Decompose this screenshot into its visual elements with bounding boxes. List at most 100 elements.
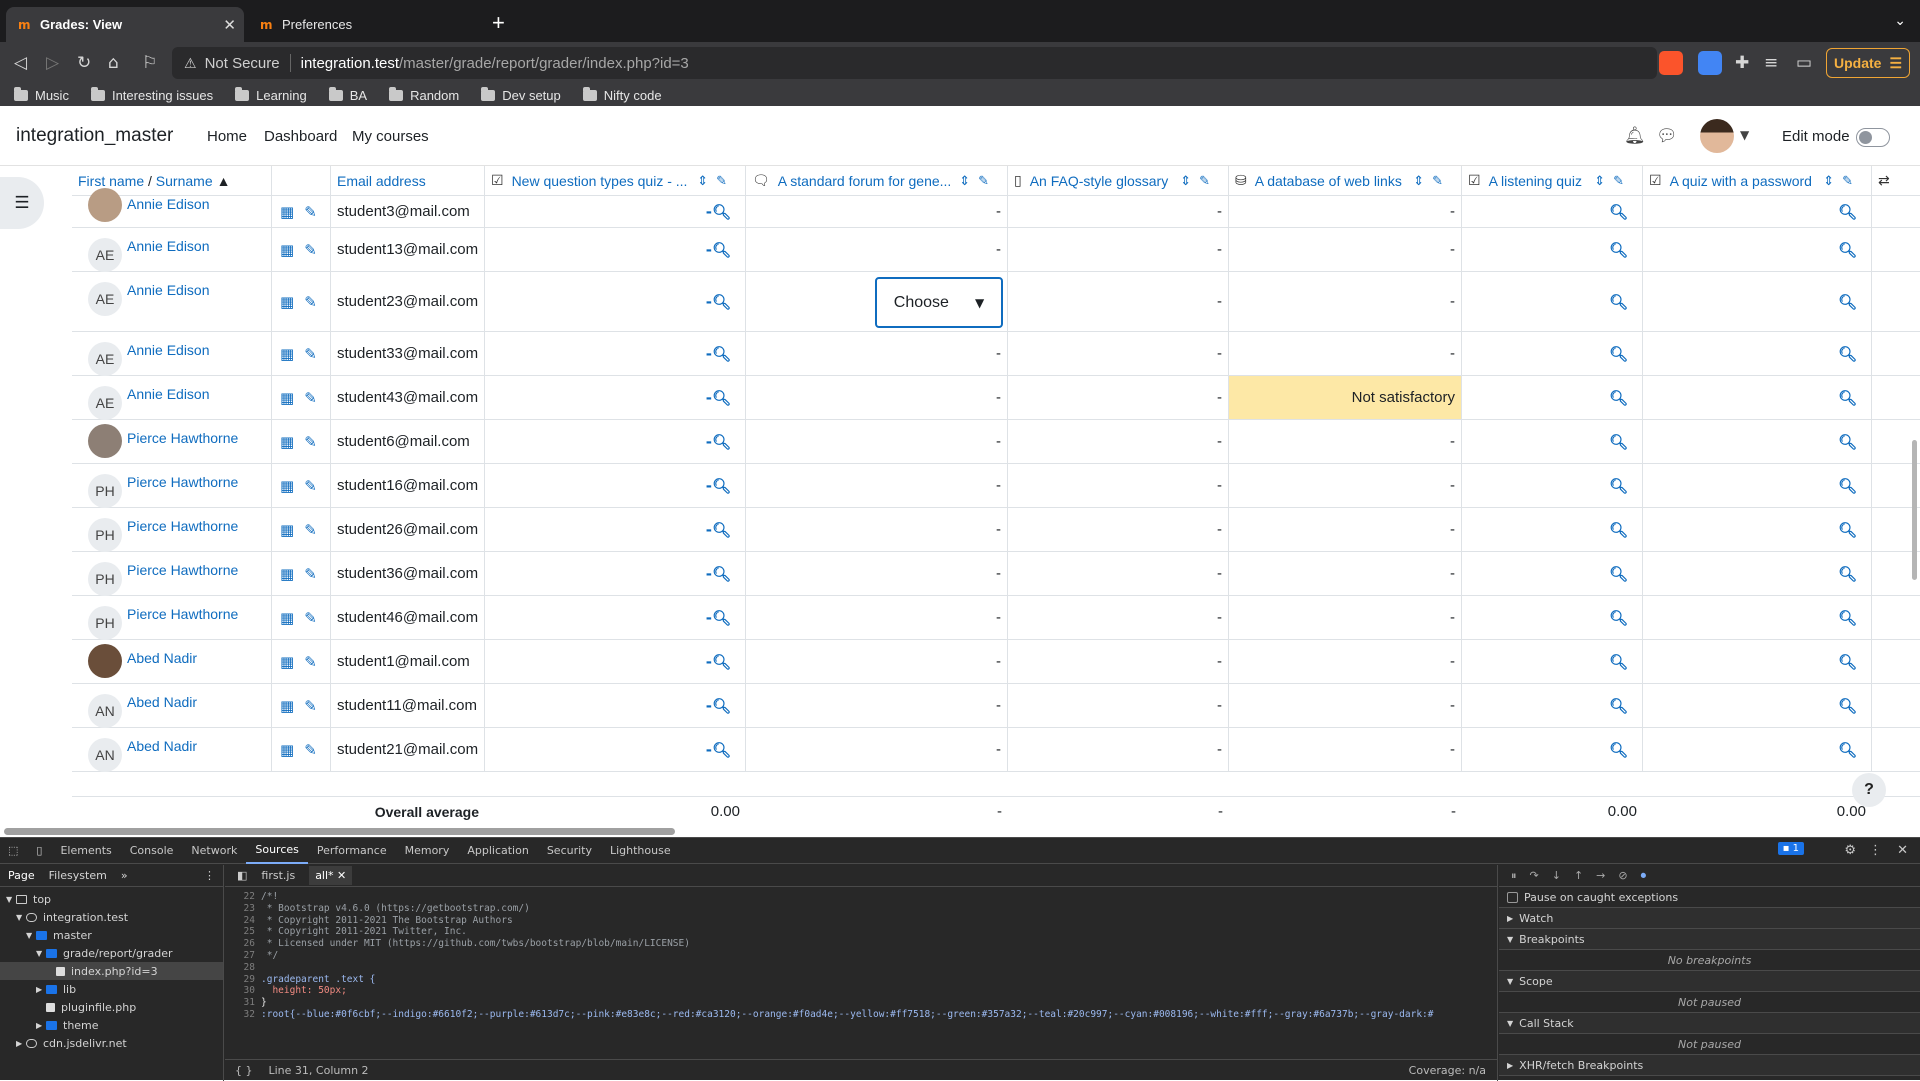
database-grade-cell[interactable]: -	[1229, 728, 1462, 771]
expand-arrow-icon[interactable]: ▶	[36, 1021, 46, 1030]
single-view-icon[interactable]: ▦	[280, 293, 294, 311]
database-grade-cell[interactable]: -	[1229, 332, 1462, 375]
database-grade-cell[interactable]: -	[1229, 464, 1462, 507]
forum-grade-cell[interactable]: -	[746, 420, 1008, 463]
help-button[interactable]: ?	[1852, 773, 1886, 807]
forum-grade-cell[interactable]: -	[746, 640, 1008, 683]
step-out-icon[interactable]: ↑	[1574, 869, 1583, 882]
user-name-link[interactable]: Pierce Hawthorne	[127, 430, 238, 446]
sort-surname[interactable]: Surname	[156, 173, 213, 189]
glossary-grade-cell[interactable]: -	[1008, 332, 1229, 375]
header-item-listening-quiz[interactable]: ☑ A listening quiz ⇕✎	[1462, 166, 1643, 196]
inspect-element-icon[interactable]: ⬚	[0, 838, 27, 864]
step-icon[interactable]: →	[1596, 869, 1605, 882]
glossary-grade-cell[interactable]: -	[1008, 420, 1229, 463]
single-view-icon[interactable]: ▦	[280, 433, 294, 451]
expand-arrow-icon[interactable]: ▶	[16, 1039, 26, 1048]
user-name-link[interactable]: Pierce Hawthorne	[127, 518, 238, 534]
glossary-grade-cell[interactable]: -	[1008, 728, 1229, 771]
header-item-forum[interactable]: 🗨︎ A standard forum for gene... ⇕✎	[746, 166, 1008, 196]
nav-my-courses[interactable]: My courses	[352, 128, 429, 145]
grade-analysis-zoom-icon[interactable]: 🔍︎	[1838, 345, 1857, 363]
edit-pencil-icon[interactable]: ✎	[304, 345, 317, 363]
database-grade-cell[interactable]: -	[1229, 196, 1462, 227]
database-grade-cell[interactable]: -	[1229, 228, 1462, 271]
settings-gear-icon[interactable]: ⚙	[1844, 843, 1856, 858]
user-initials[interactable]: AE	[88, 238, 122, 272]
code-content[interactable]: 22/*! 23 * Bootstrap v4.6.0 (https://getb…	[225, 887, 1497, 1021]
grade-analysis-zoom-icon[interactable]: 🔍︎	[1838, 203, 1857, 221]
sort-edit-icons[interactable]: ⇕✎	[1594, 174, 1632, 189]
user-initials[interactable]: PH	[88, 562, 122, 596]
glossary-grade-cell[interactable]: -	[1008, 272, 1229, 331]
user-menu-chevron-icon[interactable]: ▼	[1740, 128, 1749, 142]
single-view-icon[interactable]: ▦	[280, 389, 294, 407]
header-item-password-quiz[interactable]: ☑ A quiz with a password ⇕✎	[1643, 166, 1872, 196]
sort-edit-icons[interactable]: ⇕✎	[959, 174, 997, 189]
site-name[interactable]: integration_master	[16, 125, 173, 147]
address-bar[interactable]: ⚠ Not Secure integration.test /master/gr…	[172, 47, 1657, 79]
home-icon[interactable]: ⌂	[108, 53, 119, 73]
user-name-link[interactable]: Annie Edison	[127, 342, 210, 358]
reload-icon[interactable]: ↻	[77, 53, 91, 73]
grade-analysis-zoom-icon[interactable]: 🔍︎	[1838, 565, 1857, 583]
grade-analysis-zoom-icon[interactable]: -🔍︎	[706, 609, 731, 627]
header-email[interactable]: Email address	[331, 166, 485, 196]
bookmark-item[interactable]: Random	[389, 86, 459, 103]
item-name[interactable]: New question types quiz - ...	[512, 173, 688, 189]
user-name-link[interactable]: Abed Nadir	[127, 694, 197, 710]
user-name-link[interactable]: Annie Edison	[127, 238, 210, 254]
glossary-grade-cell[interactable]: -	[1008, 684, 1229, 727]
expand-arrow-icon[interactable]: ▼	[16, 913, 26, 922]
tree-item[interactable]: ▶ lib	[0, 980, 223, 998]
glossary-grade-cell[interactable]: -	[1008, 596, 1229, 639]
grade-analysis-zoom-icon[interactable]: 🔍︎	[1609, 203, 1628, 221]
nav-home[interactable]: Home	[207, 128, 247, 145]
grade-analysis-zoom-icon[interactable]: 🔍︎	[1609, 521, 1628, 539]
translate-extension-icon[interactable]	[1698, 51, 1722, 75]
expand-arrow-icon[interactable]: ▼	[6, 895, 16, 904]
step-over-icon[interactable]: ↷	[1530, 869, 1539, 882]
forum-grade-cell[interactable]: -	[746, 332, 1008, 375]
grade-analysis-zoom-icon[interactable]: 🔍︎	[1838, 741, 1857, 759]
grade-analysis-zoom-icon[interactable]: -🔍︎	[706, 203, 731, 221]
edit-pencil-icon[interactable]: ✎	[304, 241, 317, 259]
grade-analysis-zoom-icon[interactable]: -🔍︎	[706, 477, 731, 495]
grade-analysis-zoom-icon[interactable]: 🔍︎	[1838, 293, 1857, 311]
item-name[interactable]: A quiz with a password	[1670, 173, 1812, 189]
grade-analysis-zoom-icon[interactable]: -🔍︎	[706, 241, 731, 259]
devtools-tab-network[interactable]: Network	[182, 838, 246, 864]
glossary-grade-cell[interactable]: -	[1008, 376, 1229, 419]
single-view-icon[interactable]: ▦	[280, 477, 294, 495]
user-initials[interactable]: PH	[88, 474, 122, 508]
grade-analysis-zoom-icon[interactable]: 🔍︎	[1609, 389, 1628, 407]
tree-item[interactable]: ▼ top	[0, 890, 223, 908]
edit-pencil-icon[interactable]: ✎	[304, 433, 317, 451]
edit-mode-toggle[interactable]	[1856, 128, 1890, 147]
grade-analysis-zoom-icon[interactable]: -🔍︎	[706, 697, 731, 715]
pretty-print-icon[interactable]: { }	[235, 1064, 253, 1077]
expand-arrow-icon[interactable]: ▼	[36, 949, 46, 958]
glossary-grade-cell[interactable]: -	[1008, 552, 1229, 595]
new-tab-button[interactable]: +	[492, 10, 505, 36]
devtools-tab-sources[interactable]: Sources	[246, 838, 308, 864]
vertical-scrollbar[interactable]	[1912, 440, 1917, 580]
grade-analysis-zoom-icon[interactable]: -🔍︎	[706, 389, 731, 407]
forward-icon[interactable]: ▷	[46, 53, 59, 73]
database-grade-cell[interactable]: Not satisfactory	[1229, 376, 1462, 419]
grade-analysis-zoom-icon[interactable]: 🔍︎	[1609, 477, 1628, 495]
update-button[interactable]: Update ☰	[1826, 48, 1910, 78]
glossary-grade-cell[interactable]: -	[1008, 640, 1229, 683]
file-tab-all[interactable]: all* ✕	[309, 866, 353, 885]
tab-grades-view[interactable]: m Grades: View ✕	[6, 7, 244, 42]
checkbox[interactable]	[1507, 891, 1518, 903]
user-name-link[interactable]: Annie Edison	[127, 196, 210, 212]
single-view-icon[interactable]: ▦	[280, 345, 294, 363]
user-initials[interactable]: PH	[88, 518, 122, 552]
grade-analysis-zoom-icon[interactable]: 🔍︎	[1609, 609, 1628, 627]
forum-grade-cell[interactable]: -	[746, 376, 1008, 419]
glossary-grade-cell[interactable]: -	[1008, 196, 1229, 227]
grade-analysis-zoom-icon[interactable]: 🔍︎	[1838, 609, 1857, 627]
close-devtools-icon[interactable]: ✕	[1897, 843, 1908, 858]
database-grade-cell[interactable]: -	[1229, 684, 1462, 727]
